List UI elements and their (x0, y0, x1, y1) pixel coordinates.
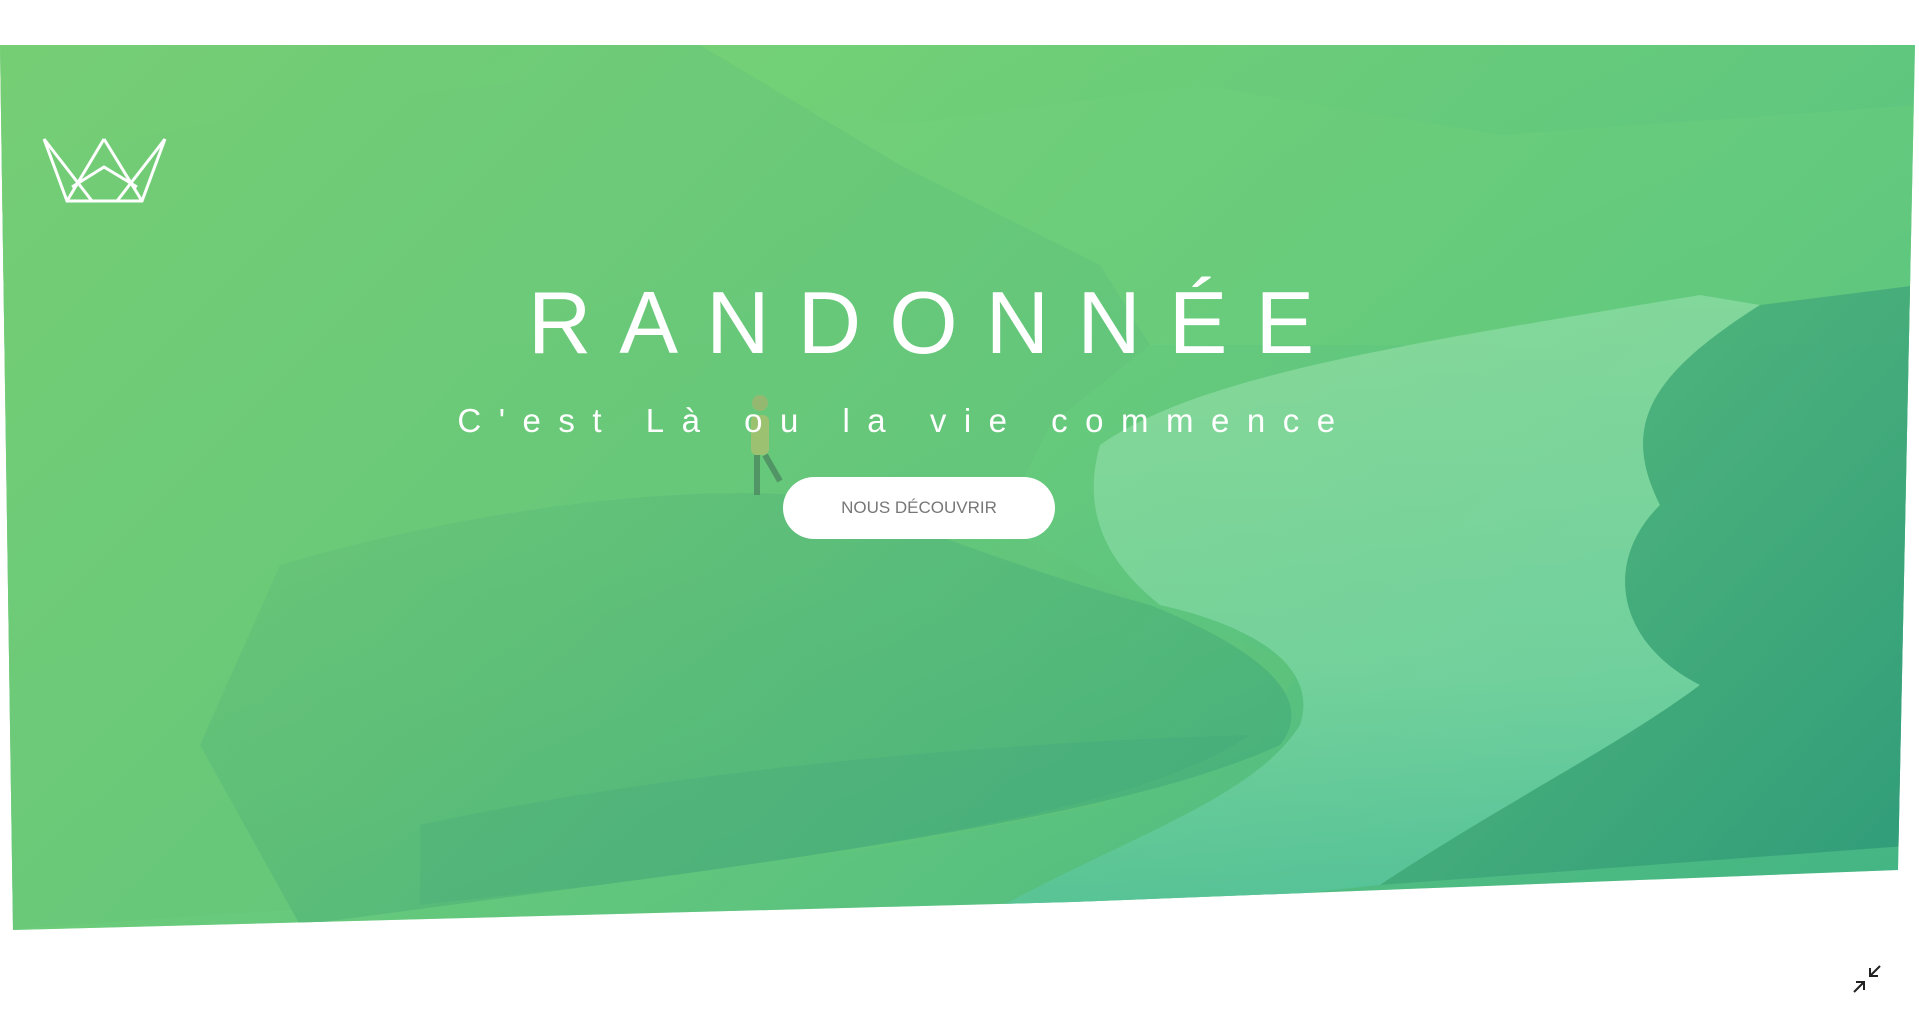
collapse-arrows-icon[interactable] (1850, 962, 1884, 996)
hero-subtitle: C'est Là ou la vie commence (457, 402, 1353, 439)
hero-title: RANDONNÉE (527, 273, 1343, 372)
page: RANDONNÉE C'est Là ou la vie commence NO… (0, 0, 1919, 1009)
crown-icon (42, 138, 167, 203)
discover-button[interactable]: NOUS DÉCOUVRIR (783, 477, 1055, 539)
